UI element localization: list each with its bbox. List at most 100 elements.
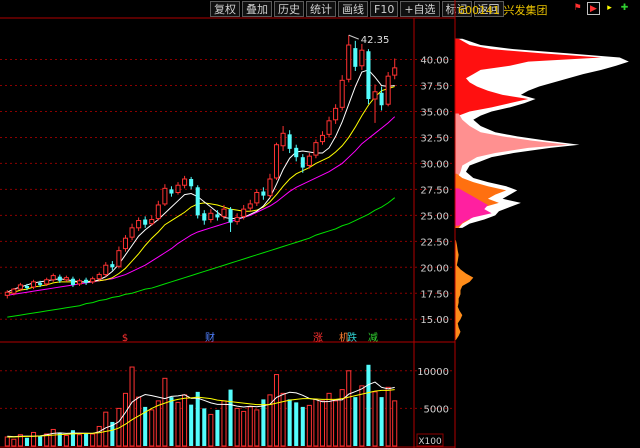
- volume-bar-down: [38, 436, 43, 446]
- candle-body-down: [38, 282, 43, 285]
- ma20-line: [7, 116, 396, 296]
- volume-bar-up: [273, 374, 280, 447]
- candle-body-up: [339, 79, 345, 108]
- volume-bar-up: [182, 394, 188, 447]
- candle-body-down: [379, 92, 384, 106]
- volume-bar-down: [169, 397, 174, 446]
- candle-body-up: [385, 75, 391, 105]
- price-label: 17.50: [420, 289, 449, 300]
- candle-body-down: [189, 179, 194, 187]
- chip-distribution: [455, 38, 629, 340]
- candle-body-up: [175, 184, 181, 194]
- price-label: 30.00: [420, 159, 449, 170]
- candle-body-up: [96, 274, 102, 280]
- volume-bar-up: [162, 377, 168, 447]
- chip-band: [455, 240, 474, 340]
- candle-body-up: [149, 219, 155, 225]
- candle-body-up: [313, 142, 319, 156]
- price-label: 37.50: [420, 82, 449, 93]
- candle-body-up: [346, 44, 352, 80]
- volume-bar-up: [372, 391, 378, 447]
- volume-bar-up: [241, 410, 247, 447]
- candle-body-up: [208, 212, 214, 221]
- price-label: 40.00: [420, 56, 449, 67]
- price-label: 20.00: [420, 263, 449, 274]
- volume-bar-up: [385, 386, 391, 447]
- candle-body-up: [50, 275, 56, 281]
- candle-body-up: [129, 227, 135, 238]
- candle-body-up: [90, 278, 96, 283]
- volume-bar-up: [50, 428, 56, 447]
- candle-body-up: [103, 264, 109, 276]
- volume-bar-up: [254, 409, 260, 447]
- candle-body-down: [57, 276, 62, 281]
- volume-bar-up: [76, 434, 83, 447]
- candle-body-down: [300, 157, 305, 168]
- price-label: 27.50: [420, 185, 449, 196]
- candlesticks: 42.35: [4, 34, 398, 299]
- candle-body-down: [110, 264, 115, 268]
- volume-bar-up: [392, 400, 398, 447]
- price-label: 32.50: [420, 133, 449, 144]
- volume-bar-down: [379, 397, 384, 446]
- volume-panel: 10000 5000 X100: [0, 364, 455, 447]
- candle-body-down: [294, 147, 299, 158]
- candle-body-up: [76, 280, 83, 285]
- candle-body-up: [254, 192, 260, 204]
- volume-bar-down: [84, 433, 89, 446]
- volume-unit-label: X100: [418, 437, 442, 447]
- candle-body-up: [267, 178, 273, 197]
- volume-bar-up: [221, 400, 227, 447]
- candle-body-up: [221, 208, 227, 217]
- candle-body-up: [182, 178, 188, 186]
- candle-body-down: [353, 48, 358, 67]
- volume-bar-down: [353, 397, 358, 446]
- volume-bar-down: [195, 391, 200, 446]
- candle-body-up: [122, 237, 129, 250]
- candle-body-down: [169, 189, 174, 194]
- candle-body-up: [116, 250, 122, 267]
- volume-bar-up: [247, 406, 253, 447]
- price-label: 22.50: [420, 237, 449, 248]
- candle-body-up: [44, 279, 50, 285]
- price-axis: 40.00 37.50 35.00 32.50 30.00 27.50 25.00 22.50…: [420, 56, 449, 327]
- volume-bar-down: [215, 409, 220, 446]
- volume-bar-up: [346, 370, 352, 447]
- volume-label: 5000: [424, 404, 449, 415]
- candle-body-up: [280, 132, 286, 147]
- candle-body-down: [24, 285, 30, 289]
- candle-body-down: [287, 134, 292, 149]
- volume-bar-up: [333, 400, 339, 447]
- candle-body-up: [31, 281, 37, 288]
- volume-bar-down: [228, 389, 233, 446]
- volume-bar-up: [63, 434, 69, 447]
- high-pointer: [348, 34, 359, 40]
- volume-label: 10000: [417, 367, 449, 378]
- candle-body-down: [228, 209, 233, 223]
- candle-body-down: [195, 187, 200, 216]
- volume-bar-down: [300, 406, 305, 446]
- volume-bar-up: [306, 404, 312, 447]
- candle-body-down: [366, 51, 371, 100]
- volume-bar-up: [149, 409, 155, 447]
- chart-frame: [0, 0, 456, 448]
- candle-body-up: [11, 288, 17, 294]
- candle-body-down: [84, 279, 89, 283]
- volume-bar-up: [234, 407, 240, 447]
- candle-body-up: [241, 208, 247, 217]
- volume-bar-down: [24, 437, 30, 446]
- candle-body-up: [392, 67, 398, 76]
- volume-bar-down: [189, 404, 194, 446]
- candle-body-down: [202, 213, 207, 221]
- volume-bar-up: [11, 438, 17, 447]
- volume-bar-down: [202, 408, 207, 446]
- high-price-label: 42.35: [361, 35, 390, 46]
- price-label: 15.00: [420, 315, 449, 326]
- candle-body-up: [359, 49, 365, 67]
- volume-bar-up: [155, 400, 161, 447]
- volume-bar-down: [287, 399, 292, 446]
- candle-body-down: [70, 278, 75, 285]
- volume-bar-up: [90, 433, 96, 447]
- volume-bar-up: [129, 366, 135, 447]
- volume-bar-up: [136, 396, 142, 447]
